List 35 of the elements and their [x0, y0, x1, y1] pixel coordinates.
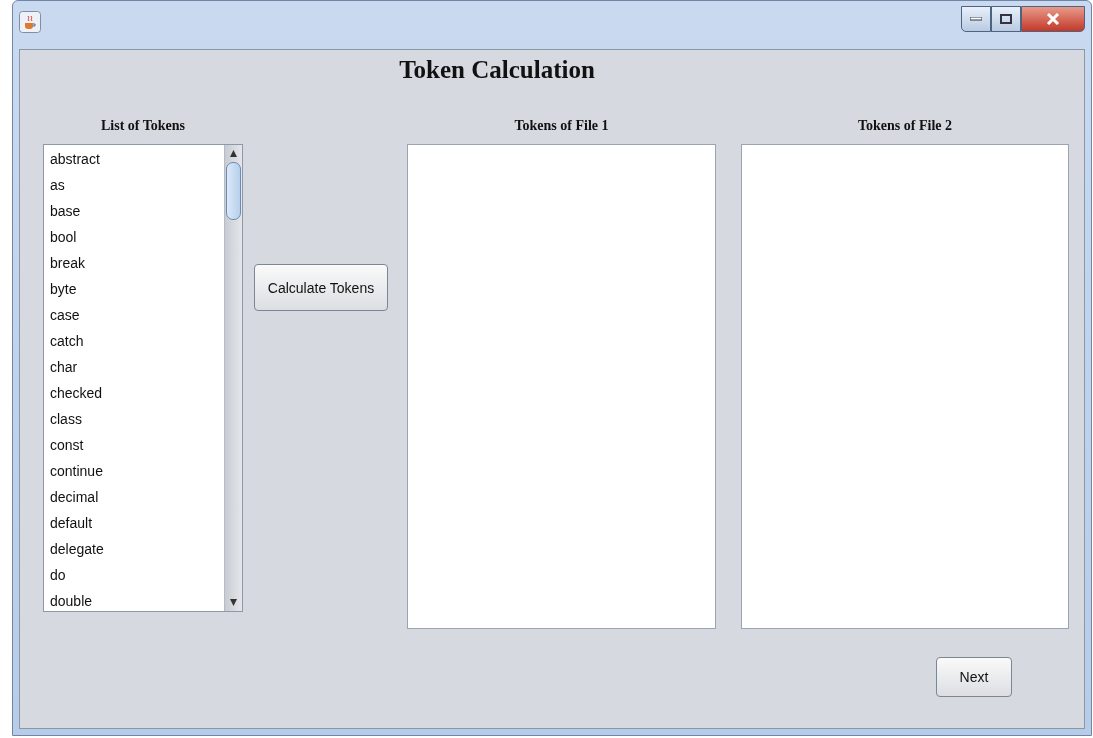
list-item[interactable]: catch [50, 331, 224, 357]
list-item[interactable]: byte [50, 279, 224, 305]
maximize-button[interactable] [991, 6, 1021, 32]
list-item[interactable]: delegate [50, 539, 224, 565]
minimize-button[interactable] [961, 6, 991, 32]
list-item[interactable]: continue [50, 461, 224, 487]
list-item[interactable]: default [50, 513, 224, 539]
window-title: Token Calculation [398, 56, 596, 84]
panel-heading: Tokens of File 2 [858, 118, 952, 135]
list-item[interactable]: const [50, 435, 224, 461]
coffee-cup-icon [19, 11, 41, 33]
maximize-icon [1000, 14, 1012, 24]
close-button[interactable] [1021, 6, 1085, 32]
list-item[interactable]: abstract [50, 149, 224, 175]
scroll-thumb[interactable] [226, 162, 241, 220]
list-item[interactable]: as [50, 175, 224, 201]
list-item[interactable]: decimal [50, 487, 224, 513]
calculate-button[interactable]: Calculate Tokens [254, 264, 388, 311]
next-button[interactable]: Next [936, 657, 1012, 697]
list-item[interactable]: double [50, 591, 224, 611]
scrollbar[interactable] [224, 145, 242, 611]
list-item[interactable]: case [50, 305, 224, 331]
list-item[interactable]: bool [50, 227, 224, 253]
list-item[interactable]: do [50, 565, 224, 591]
close-icon [1046, 13, 1060, 25]
list-item[interactable]: checked [50, 383, 224, 409]
list-item[interactable]: char [50, 357, 224, 383]
down-arrow-icon[interactable] [229, 598, 238, 607]
list-heading: List of Tokens [100, 118, 185, 135]
up-arrow-icon[interactable] [229, 149, 238, 158]
minimize-icon [970, 17, 982, 21]
panel-heading: Tokens of File 1 [514, 118, 609, 135]
list-item[interactable]: break [50, 253, 224, 279]
list-item[interactable]: class [50, 409, 224, 435]
list-item[interactable]: base [50, 201, 224, 227]
